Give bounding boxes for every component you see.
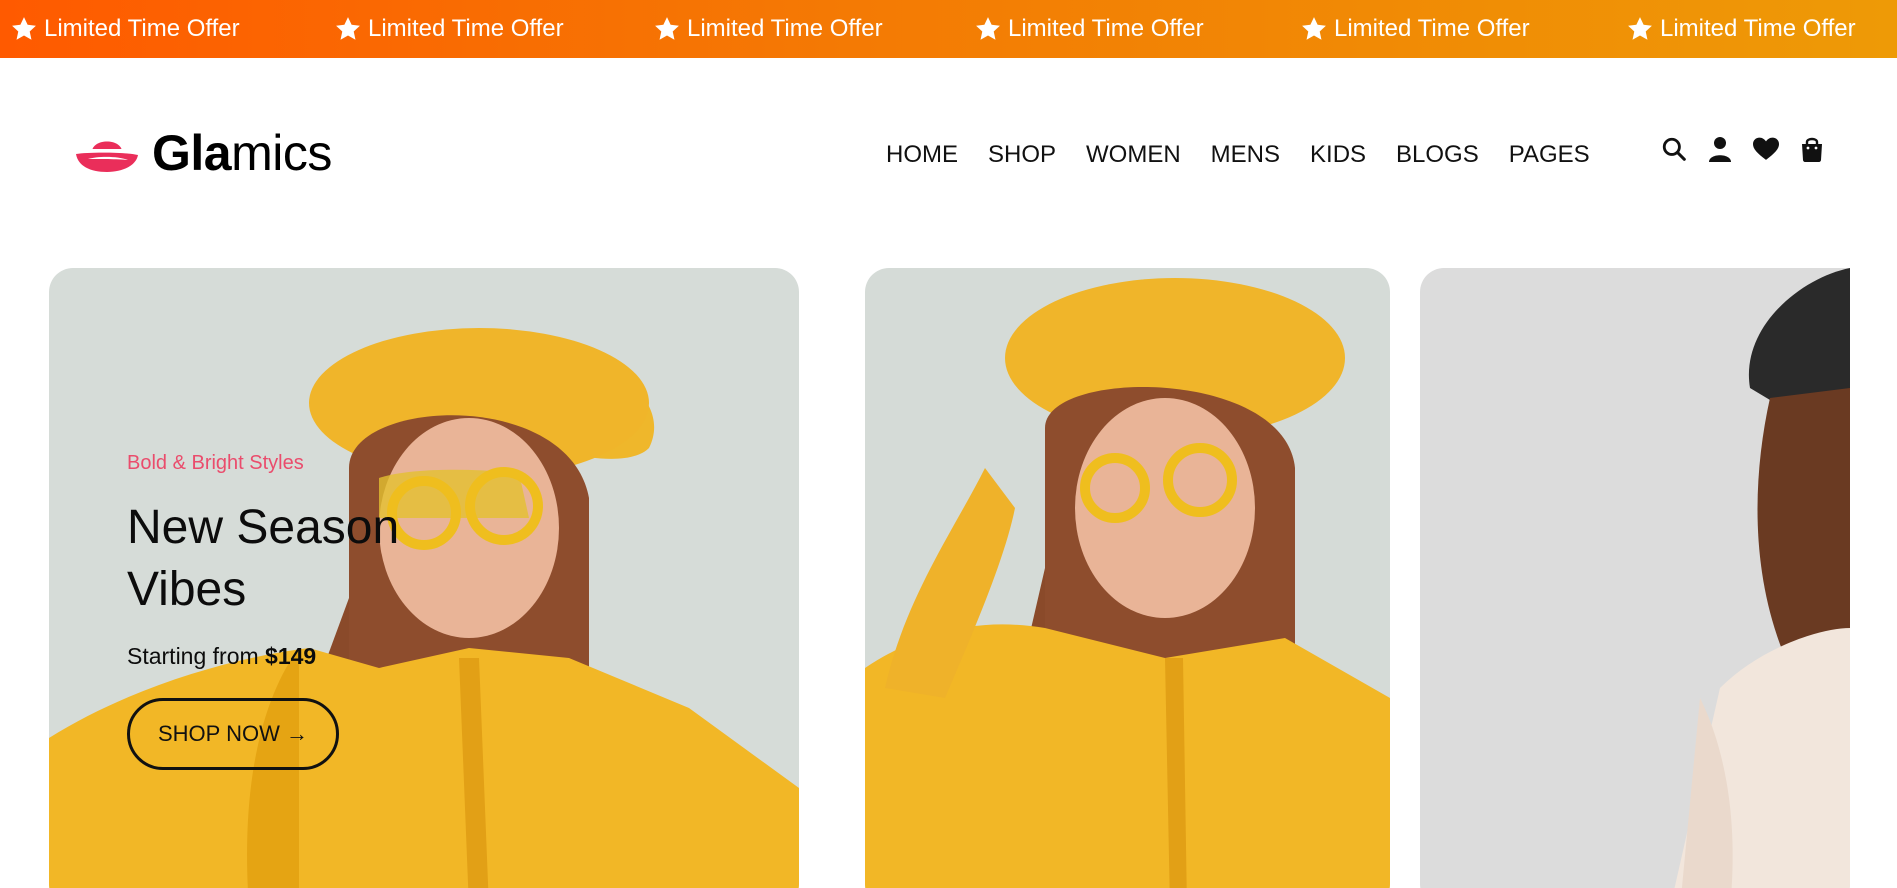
promo-item: Limited Time Offer xyxy=(653,0,883,58)
hero-price-amount: $149 xyxy=(265,643,317,669)
nav-item-women[interactable]: WOMEN xyxy=(1071,138,1196,172)
star-icon xyxy=(1300,15,1328,43)
star-icon xyxy=(1626,15,1654,43)
nav-item-shop[interactable]: SHOP xyxy=(973,138,1071,172)
user-icon[interactable] xyxy=(1706,132,1734,166)
hero-title-line: New Season xyxy=(127,501,400,554)
hero-price-prefix: Starting from xyxy=(127,643,266,669)
model-yellow-beret-image xyxy=(865,268,1390,888)
promo-text: Limited Time Offer xyxy=(1008,15,1204,42)
main-nav: HOME SHOP WOMEN MENS KIDS BLOGS PAGES xyxy=(886,138,1605,172)
star-icon xyxy=(10,15,38,43)
nav-item-blogs[interactable]: BLOGS xyxy=(1381,138,1494,172)
nav-item-kids[interactable]: KIDS xyxy=(1295,138,1381,172)
brand-name-regular: mics xyxy=(231,125,332,181)
shop-now-button[interactable]: SHOP NOW → xyxy=(127,698,339,770)
nav-item-pages[interactable]: PAGES xyxy=(1494,138,1605,172)
promo-text: Limited Time Offer xyxy=(1660,15,1856,42)
promo-item: Limited Time Offer xyxy=(974,0,1204,58)
hero-content: Bold & Bright Styles New Season Vibes St… xyxy=(127,452,547,770)
promo-text: Limited Time Offer xyxy=(1334,15,1530,42)
hero-title-line: Vibes xyxy=(127,563,247,616)
nav-item-mens[interactable]: MENS xyxy=(1196,138,1295,172)
promo-marquee: Limited Time Offer Limited Time Offer Li… xyxy=(0,0,1897,58)
model-black-beret-image xyxy=(1420,268,1850,888)
hat-icon xyxy=(74,132,140,174)
star-icon xyxy=(653,15,681,43)
star-icon xyxy=(334,15,362,43)
site-header: Glamics HOME SHOP WOMEN MENS KIDS BLOGS … xyxy=(0,58,1897,248)
promo-text: Limited Time Offer xyxy=(687,15,883,42)
heart-icon[interactable] xyxy=(1752,132,1780,166)
promo-item: Limited Time Offer xyxy=(10,0,240,58)
promo-text: Limited Time Offer xyxy=(44,15,240,42)
hero-title: New Season Vibes xyxy=(127,497,547,621)
star-icon xyxy=(974,15,1002,43)
hero-slide[interactable]: Bold & Bright Styles New Season Vibes St… xyxy=(49,268,799,888)
brand-logo[interactable]: Glamics xyxy=(74,128,332,178)
promo-item: Limited Time Offer xyxy=(1300,0,1530,58)
promo-item: Limited Time Offer xyxy=(334,0,564,58)
header-actions xyxy=(1660,132,1826,166)
nav-item-home[interactable]: HOME xyxy=(886,138,973,172)
hero-price: Starting from $149 xyxy=(127,643,547,670)
brand-name: Glamics xyxy=(152,128,332,178)
hero-slider: Bold & Bright Styles New Season Vibes St… xyxy=(0,268,1850,888)
promo-item: Limited Time Offer xyxy=(1626,0,1856,58)
hero-subtitle: Bold & Bright Styles xyxy=(127,452,304,474)
bag-icon[interactable] xyxy=(1798,132,1826,166)
promo-text: Limited Time Offer xyxy=(368,15,564,42)
hero-slide[interactable] xyxy=(865,268,1390,888)
hero-slide[interactable] xyxy=(1420,268,1850,888)
search-icon[interactable] xyxy=(1660,132,1688,166)
brand-name-bold: Gla xyxy=(152,125,232,181)
